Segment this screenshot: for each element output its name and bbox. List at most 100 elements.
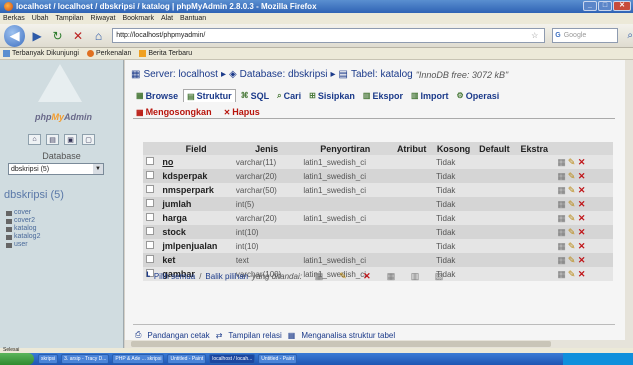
- select-all-link[interactable]: Pilih semua: [154, 272, 195, 281]
- taskbar-item[interactable]: 3. arsip - Tracy D...: [61, 354, 110, 364]
- phpmyadmin-logo[interactable]: phpMyAdmin: [0, 60, 123, 126]
- delete-icon[interactable]: ✕: [577, 227, 587, 238]
- search-input[interactable]: G Google: [552, 28, 619, 43]
- table-item-cover2[interactable]: cover2: [6, 217, 123, 225]
- delete-icon[interactable]: ✕: [577, 185, 587, 196]
- primary-key-icon[interactable]: ▦: [386, 271, 396, 282]
- taskbar-item[interactable]: localhost / locah...: [209, 354, 256, 364]
- query-icon[interactable]: ▣: [64, 134, 77, 145]
- delete-icon[interactable]: ✕: [577, 199, 587, 210]
- delete-icon[interactable]: ✕: [577, 157, 587, 168]
- tab-sisipkan[interactable]: ⊞ Sisipkan: [306, 90, 358, 102]
- index-icon[interactable]: ▥: [410, 271, 420, 282]
- table-row[interactable]: nmsperpark varchar(50) latin1_swedish_ci Ti…: [143, 183, 613, 197]
- taskbar-item[interactable]: PHP & Ade ... skripsi: [112, 354, 165, 364]
- start-button[interactable]: [0, 353, 34, 365]
- print-view-link[interactable]: Pandangan cetak: [147, 331, 209, 340]
- home-icon[interactable]: ⌂: [28, 134, 41, 145]
- menu-riwayat[interactable]: Riwayat: [91, 15, 116, 22]
- delete-icon[interactable]: ✕: [577, 255, 587, 266]
- home-icon[interactable]: ⌂: [90, 27, 107, 45]
- propose-structure-link[interactable]: Menganalisa struktur tabel: [301, 331, 395, 340]
- delete-icon[interactable]: ✕: [577, 213, 587, 224]
- scrollbar-thumb[interactable]: [131, 341, 551, 347]
- table-row[interactable]: kdsperpak varchar(20) latin1_swedish_ci Tid…: [143, 169, 613, 183]
- table-row[interactable]: harga varchar(20) latin1_swedish_ci Tidak ▦ ✎…: [143, 211, 613, 225]
- table-item-cover[interactable]: cover: [6, 209, 123, 217]
- tab-struktur[interactable]: ▤ Struktur: [183, 89, 236, 102]
- close-button[interactable]: ✕: [613, 1, 631, 11]
- maximize-button[interactable]: □: [598, 1, 612, 11]
- row-checkbox[interactable]: [146, 241, 154, 249]
- delete-icon[interactable]: ✕: [577, 241, 587, 252]
- breadcrumb-table[interactable]: Tabel: katalog: [351, 69, 413, 80]
- docs-icon[interactable]: ▢: [82, 134, 95, 145]
- database-select[interactable]: dbskripsi (5) ▼: [8, 163, 104, 175]
- database-name-link[interactable]: dbskripsi (5): [4, 189, 123, 201]
- tab-mengosongkan[interactable]: ▦ Mengosongkan: [133, 106, 215, 118]
- taskbar-item[interactable]: Untitled - Paint: [258, 354, 298, 364]
- stop-icon[interactable]: ✕: [69, 27, 86, 45]
- row-checkbox[interactable]: [146, 213, 154, 221]
- vertical-scrollbar[interactable]: [625, 60, 633, 348]
- row-checkbox[interactable]: [146, 171, 154, 179]
- taskbar-item[interactable]: skripsi: [38, 354, 59, 364]
- table-item-user[interactable]: user: [6, 241, 123, 249]
- table-row[interactable]: ket text latin1_swedish_ci Tidak ▦ ✎ ✕: [143, 253, 613, 267]
- table-row[interactable]: jumlah int(5) Tidak ▦ ✎ ✕: [143, 197, 613, 211]
- delete-icon[interactable]: ✕: [577, 171, 587, 182]
- row-checkbox[interactable]: [146, 255, 154, 263]
- edit-icon[interactable]: ✎: [567, 213, 577, 224]
- table-row[interactable]: jmlpenjualan int(10) Tidak ▦ ✎ ✕: [143, 239, 613, 253]
- url-bar[interactable]: http://localhost/phpmyadmin/ ☆: [112, 28, 546, 43]
- taskbar-item[interactable]: Untitled - Paint: [167, 354, 207, 364]
- tab-cari[interactable]: ⌕ Cari: [274, 90, 304, 102]
- edit-icon[interactable]: ✎: [567, 227, 577, 238]
- edit-icon[interactable]: ✎: [567, 269, 577, 280]
- invert-selection-link[interactable]: Balik pilihan: [205, 272, 248, 281]
- edit-icon[interactable]: ✎: [338, 271, 348, 282]
- browse-distinct-icon[interactable]: ▦: [557, 171, 567, 182]
- table-item-katalog[interactable]: katalog: [6, 225, 123, 233]
- edit-icon[interactable]: ✎: [567, 171, 577, 182]
- table-row[interactable]: stock int(10) Tidak ▦ ✎ ✕: [143, 225, 613, 239]
- tab-ekspor[interactable]: ▥ Ekspor: [360, 90, 406, 102]
- browse-distinct-icon[interactable]: ▦: [557, 255, 567, 266]
- bookmark-most-visited[interactable]: Terbanyak Dikunjungi: [3, 50, 79, 57]
- search-icon[interactable]: ⌕: [627, 30, 633, 41]
- tab-import[interactable]: ▥ Import: [408, 90, 452, 102]
- table-item-katalog2[interactable]: katalog2: [6, 233, 123, 241]
- browse-distinct-icon[interactable]: ▦: [557, 241, 567, 252]
- browse-distinct-icon[interactable]: ▦: [557, 185, 567, 196]
- tab-sql[interactable]: ⌘ SQL: [238, 90, 273, 102]
- edit-icon[interactable]: ✎: [567, 185, 577, 196]
- tab-hapus[interactable]: ✕ Hapus: [221, 106, 263, 118]
- menu-bantuan[interactable]: Bantuan: [180, 15, 206, 22]
- tab-operasi[interactable]: ⚙ Operasi: [454, 90, 503, 102]
- menu-berkas[interactable]: Berkas: [3, 15, 25, 22]
- relation-view-link[interactable]: Tampilan relasi: [228, 331, 281, 340]
- breadcrumb-server[interactable]: Server: localhost: [143, 69, 217, 80]
- tab-browse[interactable]: ▦ Browse: [133, 90, 181, 102]
- delete-icon[interactable]: ✕: [577, 269, 587, 280]
- unique-icon[interactable]: ▧: [434, 271, 444, 282]
- edit-icon[interactable]: ✎: [567, 241, 577, 252]
- browse-distinct-icon[interactable]: ▦: [557, 199, 567, 210]
- table-row[interactable]: no varchar(11) latin1_swedish_ci Tidak ▦ ✎ ✕: [143, 155, 613, 169]
- bookmark-star-icon[interactable]: ☆: [531, 31, 538, 40]
- forward-arrow-icon[interactable]: ▶: [28, 27, 45, 45]
- minimize-button[interactable]: _: [583, 1, 597, 11]
- row-checkbox[interactable]: [146, 199, 154, 207]
- menu-alat[interactable]: Alat: [161, 15, 173, 22]
- reload-icon[interactable]: ↻: [49, 27, 66, 45]
- browse-distinct-icon[interactable]: ▦: [557, 269, 567, 280]
- menu-ubah[interactable]: Ubah: [32, 15, 49, 22]
- browse-distinct-icon[interactable]: ▦: [557, 213, 567, 224]
- bookmark-getting-started[interactable]: Perkenalan: [86, 50, 131, 57]
- browse-distinct-icon[interactable]: ▦: [557, 157, 567, 168]
- horizontal-scrollbar[interactable]: [125, 340, 625, 348]
- edit-icon[interactable]: ✎: [567, 199, 577, 210]
- row-checkbox[interactable]: [146, 185, 154, 193]
- sql-window-icon[interactable]: ▤: [46, 134, 59, 145]
- bookmark-latest-headlines[interactable]: Berita Terbaru: [139, 50, 192, 57]
